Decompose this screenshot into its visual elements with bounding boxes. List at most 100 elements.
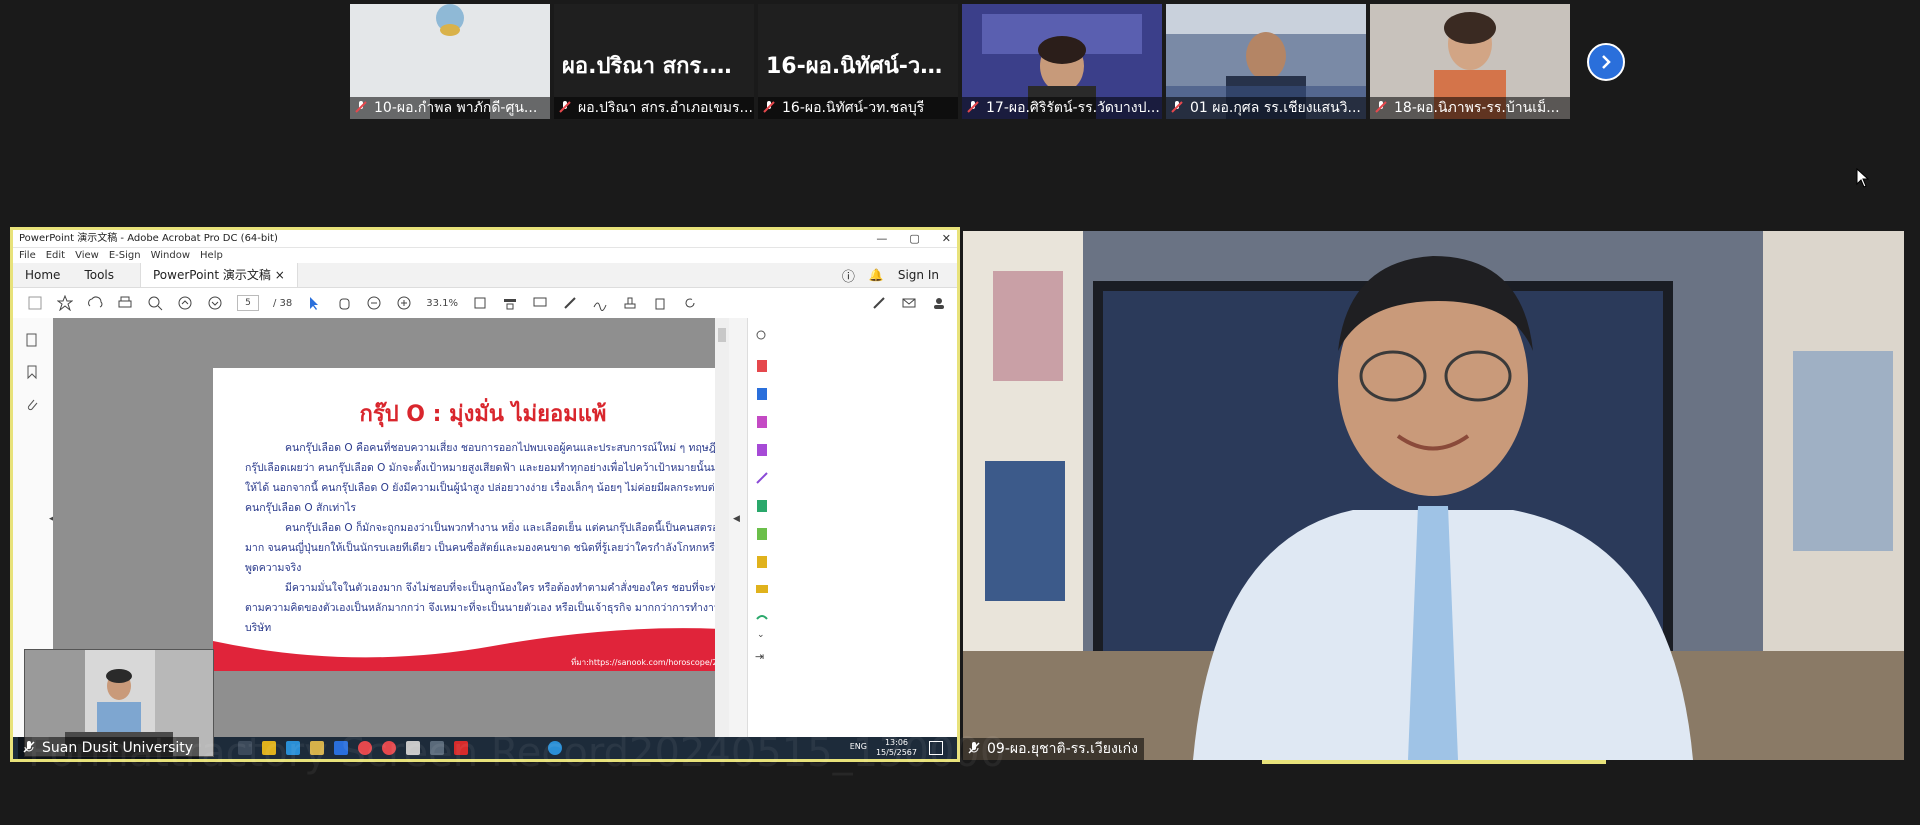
page-down-icon[interactable]	[207, 295, 223, 311]
chevron-down-icon[interactable]: ⌄	[757, 630, 765, 640]
slide-paragraph: คนกรุ๊ปเลือด O คือคนที่ชอบความเสี่ยง ชอบ…	[245, 442, 724, 514]
mic-muted-icon	[559, 101, 571, 113]
participant-name: 10-ผอ.กำพล พาภักดี-ศูน...	[374, 100, 538, 116]
sign-in-button[interactable]: Sign In	[898, 268, 939, 282]
star-icon[interactable]	[56, 294, 74, 312]
export-pdf-icon[interactable]	[755, 386, 769, 405]
active-speaker-video[interactable]	[963, 231, 1904, 760]
zoom-level[interactable]: 33.1%	[426, 298, 458, 309]
slide-paragraph: คนกรุ๊ปเลือด O ก็มักจะถูกมองว่าเป็นพวกทำ…	[245, 522, 724, 574]
zoom-tool-icon[interactable]	[755, 328, 769, 347]
participant-name: ผอ.ปริณา สกร.อำเภอเขมร...	[578, 100, 753, 116]
menu-view[interactable]: View	[75, 248, 99, 263]
stamp-icon[interactable]	[622, 295, 638, 311]
collapse-right-icon[interactable]: ◀	[733, 514, 740, 524]
page-number-input[interactable]: 5	[237, 295, 259, 311]
fill-sign-icon[interactable]	[871, 295, 887, 311]
tab-document[interactable]: PowerPoint 演示文稿 ×	[140, 263, 298, 287]
participant-caption: 17-ผอ.ศิริรัตน์-รร.วัดบางป...	[962, 97, 1162, 119]
print-icon[interactable]	[117, 295, 133, 311]
compress-icon[interactable]	[755, 526, 769, 545]
fit-page-icon[interactable]	[472, 295, 488, 311]
tab-home[interactable]: Home	[13, 268, 72, 282]
zoom-out-icon[interactable]	[366, 295, 382, 311]
edit-pdf-icon[interactable]	[755, 442, 769, 461]
fill-sign-tool-icon[interactable]	[755, 470, 769, 489]
page-up-icon[interactable]	[177, 295, 193, 311]
slide-page: กรุ๊ป O : มุ่งมั่น ไม่ยอมแพ้ คนกรุ๊ปเลือ…	[213, 368, 753, 671]
expand-pane-icon[interactable]: ⇥	[755, 650, 764, 663]
menu-esign[interactable]: E-Sign	[109, 248, 141, 263]
sign-icon[interactable]	[592, 295, 608, 311]
mic-muted-icon	[355, 101, 367, 113]
minimize-button[interactable]: —	[876, 230, 887, 247]
mic-muted-icon	[1171, 101, 1183, 113]
zoom-search-icon[interactable]	[147, 295, 163, 311]
rotate-icon[interactable]	[682, 295, 698, 311]
participant-caption: 18-ผอ.นิภาพร-รร.บ้านเม็...	[1370, 97, 1570, 119]
participant-strip: 10-ผอ.กำพล พาภักดี-ศูน... ผอ.ปริณา สกร.อ…	[0, 4, 1920, 119]
scroll-thumb[interactable]	[718, 328, 726, 342]
maximize-button[interactable]: ▢	[909, 230, 919, 247]
participant-tile[interactable]: 01 ผอ.กุศล รร.เชียงแสนวิ...	[1166, 4, 1366, 119]
participant-tile[interactable]: 16-ผอ.นิทัศน์-วท... 16-ผอ.นิทัศน์-วท.ชลบ…	[758, 4, 958, 119]
select-cursor-icon[interactable]	[306, 295, 322, 311]
combine-files-icon[interactable]	[755, 498, 769, 517]
request-signature-icon[interactable]	[755, 554, 769, 573]
participant-name: 01 ผอ.กุศล รร.เชียงแสนวิ...	[1190, 100, 1361, 116]
slide-body: คนกรุ๊ปเลือด O คือคนที่ชอบความเสี่ยง ชอบ…	[245, 438, 725, 638]
close-button[interactable]: ✕	[942, 230, 951, 247]
participant-name: 17-ผอ.ศิริรัตน์-รร.วัดบางป...	[986, 100, 1160, 116]
active-speaker-indicator	[1262, 760, 1606, 764]
zoom-in-icon[interactable]	[396, 295, 412, 311]
collapse-right-rail: ◀	[729, 318, 747, 737]
participant-caption: 16-ผอ.นิทัศน์-วท.ชลบุรี	[758, 97, 958, 119]
tab-bar: Home Tools PowerPoint 演示文稿 × ⓘ 🔔 Sign In	[13, 263, 957, 288]
next-page-button[interactable]	[1587, 43, 1625, 81]
scroll-mode-icon[interactable]	[502, 295, 518, 311]
vertical-scrollbar[interactable]	[715, 318, 729, 737]
pages-icon[interactable]	[24, 332, 40, 352]
participant-big-name: ผอ.ปริณา สกร.อำ...	[562, 54, 746, 79]
mic-muted-icon	[763, 101, 775, 113]
menu-edit[interactable]: Edit	[46, 248, 65, 263]
close-tab-icon[interactable]: ×	[275, 268, 285, 282]
tab-tools[interactable]: Tools	[72, 268, 126, 282]
organize-pages-icon[interactable]	[755, 414, 769, 433]
mic-muted-icon	[967, 101, 979, 113]
more-tools-icon[interactable]	[755, 610, 769, 629]
participant-tile[interactable]: 10-ผอ.กำพล พาภักดี-ศูน...	[350, 4, 550, 119]
trash-icon[interactable]	[652, 295, 668, 311]
chevron-right-icon	[1602, 55, 1611, 69]
help-icon[interactable]: ⓘ	[842, 266, 855, 285]
create-pdf-icon[interactable]	[755, 358, 769, 377]
menu-help[interactable]: Help	[200, 248, 223, 263]
mic-muted-icon	[1375, 101, 1387, 113]
speaker-name: 09-ผอ.ยุชาติ-รร.เวียงเก่ง	[987, 741, 1138, 757]
pen-icon[interactable]	[562, 295, 578, 311]
participant-caption: 10-ผอ.กำพล พาภักดี-ศูน...	[350, 97, 550, 119]
acrobat-toolbar: 5 / 38 33.1%	[13, 288, 957, 319]
bell-icon[interactable]: 🔔	[869, 268, 884, 282]
participant-caption: ผอ.ปริณา สกร.อำเภอเขมร...	[554, 97, 754, 119]
speaker-video	[963, 231, 1904, 760]
recording-watermark: Formattractory Screen Record20240515_130…	[28, 730, 1006, 776]
menu-file[interactable]: File	[19, 248, 36, 263]
menu-window[interactable]: Window	[151, 248, 190, 263]
comment-icon[interactable]	[532, 295, 548, 311]
participant-tile[interactable]: 17-ผอ.ศิริรัตน์-รร.วัดบางป...	[962, 4, 1162, 119]
comment-tool-icon[interactable]	[755, 582, 769, 601]
mail-icon[interactable]	[901, 295, 917, 311]
save-icon[interactable]	[27, 295, 43, 311]
bookmark-icon[interactable]	[24, 364, 40, 384]
attachment-icon[interactable]	[24, 396, 40, 416]
window-title: PowerPoint 演示文稿 - Adobe Acrobat Pro DC (…	[19, 233, 278, 244]
participant-name: 16-ผอ.นิทัศน์-วท.ชลบุรี	[782, 100, 925, 116]
slide-title: กรุ๊ป O : มุ่งมั่น ไม่ยอมแพ้	[359, 402, 607, 427]
share-user-icon[interactable]	[931, 295, 947, 311]
participant-tile[interactable]: 18-ผอ.นิภาพร-รร.บ้านเม็...	[1370, 4, 1570, 119]
upload-icon[interactable]	[87, 295, 103, 311]
hand-icon[interactable]	[336, 295, 352, 311]
tab-document-label: PowerPoint 演示文稿	[153, 268, 271, 282]
participant-tile[interactable]: ผอ.ปริณา สกร.อำ... ผอ.ปริณา สกร.อำเภอเขม…	[554, 4, 754, 119]
